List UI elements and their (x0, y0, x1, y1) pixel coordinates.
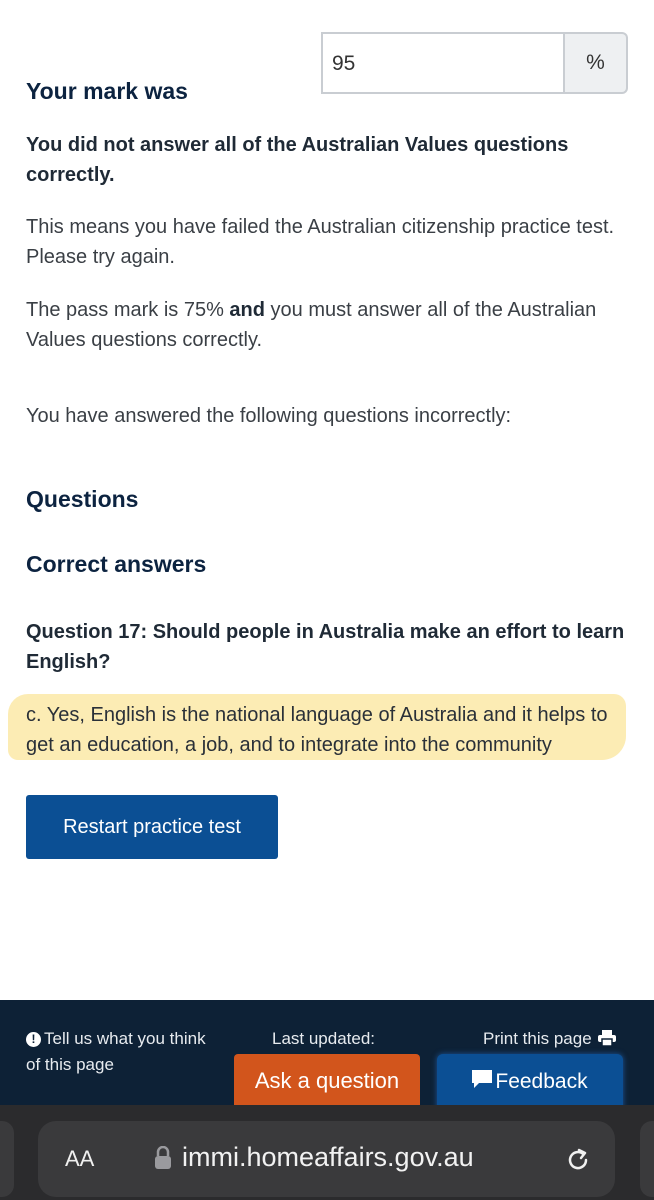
mark-heading: Your mark was (26, 78, 188, 104)
feedback-label: Feedback (495, 1070, 588, 1093)
reload-icon[interactable] (564, 1146, 592, 1179)
feedback-prompt-text: Tell us what you think of this page (26, 1029, 206, 1074)
failed-values-message: You did not answer all of the Australian… (26, 134, 569, 186)
incorrect-intro: You have answered the following question… (26, 405, 512, 427)
printer-icon (597, 1028, 616, 1054)
feedback-prompt-link[interactable]: ! Tell us what you think of this page (26, 1026, 216, 1078)
pass-mark-and: and (229, 299, 265, 321)
questions-heading: Questions (26, 486, 139, 512)
question-title: Question 17: Should people in Australia … (26, 621, 625, 673)
failed-explanation: This means you have failed the Australia… (26, 216, 615, 268)
next-tab-edge[interactable] (640, 1121, 654, 1197)
url-text: immi.homeaffairs.gov.au (182, 1142, 474, 1172)
mark-unit-addon: % (565, 32, 628, 94)
feedback-button[interactable]: Feedback (437, 1054, 623, 1110)
print-label: Print this page (483, 1029, 592, 1048)
previous-tab-edge[interactable] (0, 1121, 14, 1197)
last-updated-label: Last updated: (272, 1029, 376, 1048)
address-bar[interactable]: AA immi.homeaffairs.gov.au (38, 1121, 615, 1197)
page-footer: ! Tell us what you think of this page Las… (0, 1000, 654, 1110)
chat-bubble-icon (472, 1070, 493, 1094)
print-page-link[interactable]: Print this page (483, 1026, 616, 1054)
restart-practice-test-button[interactable]: Restart practice test (26, 795, 278, 859)
lock-icon (154, 1145, 172, 1175)
correct-answers-heading: Correct answers (26, 551, 207, 577)
mark-field[interactable]: 95 (321, 32, 565, 94)
pass-mark-text: The pass mark is 75% and you must answer… (26, 295, 626, 355)
correct-answer-text: c. Yes, English is the national language… (26, 704, 608, 756)
page-content: 95 % Your mark was You did not answer al… (0, 0, 654, 1000)
ask-question-button[interactable]: Ask a question (234, 1054, 420, 1108)
pass-mark-before: The pass mark is 75% (26, 299, 230, 321)
browser-bottom-bar: AA immi.homeaffairs.gov.au (0, 1105, 654, 1200)
text-size-button[interactable]: AA (65, 1146, 94, 1172)
exclamation-icon: ! (26, 1032, 41, 1047)
